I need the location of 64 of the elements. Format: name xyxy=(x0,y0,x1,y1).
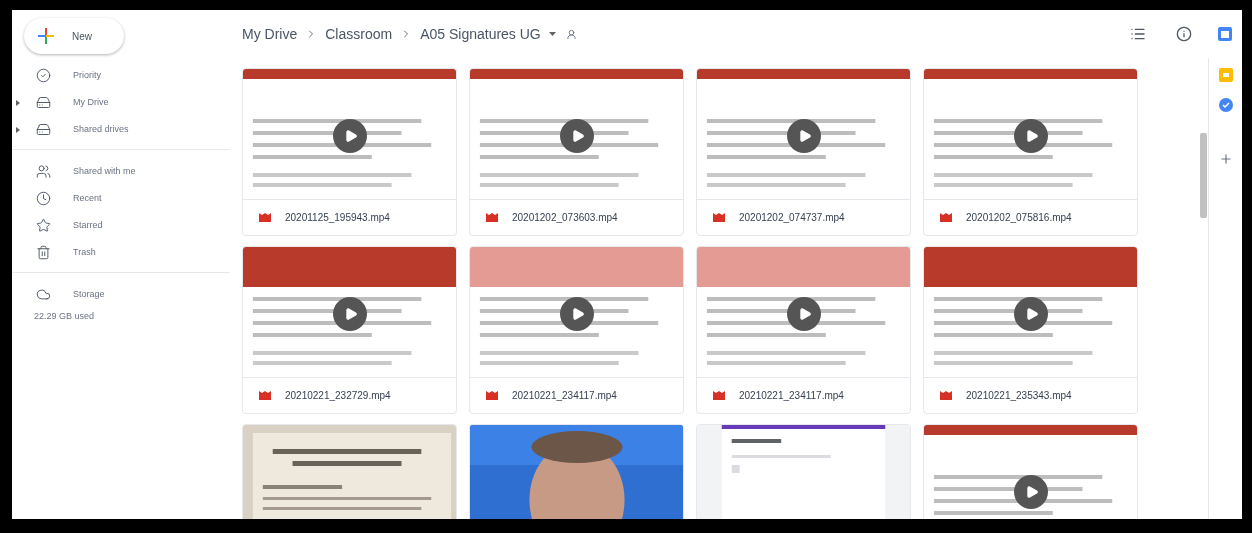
dropdown-arrow-icon[interactable] xyxy=(548,32,556,36)
plus-icon xyxy=(36,26,56,46)
info-icon[interactable] xyxy=(1176,26,1192,42)
file-name: 20201202_073603.mp4 xyxy=(512,211,618,225)
file-card[interactable]: 20210221_232729.mp4 xyxy=(242,246,457,414)
file-card[interactable]: 20201125_195943.mp4 xyxy=(242,68,457,236)
sidebar-item[interactable]: Shared with me xyxy=(24,164,136,179)
expand-arrow-icon[interactable] xyxy=(16,99,20,106)
people-icon xyxy=(36,164,51,179)
video-file-icon xyxy=(486,391,498,400)
calendar-icon[interactable] xyxy=(1218,27,1232,41)
video-file-icon xyxy=(259,213,271,222)
video-file-icon xyxy=(259,391,271,400)
play-icon xyxy=(1025,485,1039,499)
people-icon xyxy=(565,28,577,40)
file-name: 20210221_234117.mp4 xyxy=(512,389,617,403)
file-name: 20210221_234117.mp4 xyxy=(739,389,844,403)
drive-icon xyxy=(36,122,51,137)
play-icon xyxy=(798,307,812,321)
sidebar-item[interactable]: Recent xyxy=(24,191,102,206)
breadcrumb[interactable]: A05 Signatures UG xyxy=(420,23,541,45)
file-card[interactable]: 20201202_073603.mp4 xyxy=(469,68,684,236)
play-icon xyxy=(344,129,358,143)
play-icon xyxy=(571,307,585,321)
list-view-icon[interactable] xyxy=(1130,26,1146,42)
drive-icon xyxy=(36,95,51,110)
sidebar-item[interactable]: Starred xyxy=(24,218,103,233)
file-name: 20201202_075816.mp4 xyxy=(966,211,1072,225)
file-card[interactable]: 20210221_234117.mp4 xyxy=(696,246,911,414)
play-icon xyxy=(1025,307,1039,321)
sidebar-item[interactable]: Storage xyxy=(24,287,105,302)
clock-icon xyxy=(36,191,51,206)
file-name: 20201125_195943.mp4 xyxy=(285,211,390,225)
storage-used: 22.29 GB used xyxy=(33,310,96,323)
task-icon[interactable] xyxy=(1218,98,1233,112)
video-file-icon xyxy=(486,213,498,222)
file-card[interactable]: 20210221_234117.mp4 xyxy=(469,246,684,414)
video-file-icon xyxy=(940,213,952,222)
video-file-icon xyxy=(940,391,952,400)
new-button[interactable]: New xyxy=(24,18,124,54)
video-file-icon xyxy=(713,391,725,400)
expand-arrow-icon[interactable] xyxy=(16,126,20,133)
file-card[interactable]: 20201202_075816.mp4 xyxy=(923,68,1138,236)
play-icon xyxy=(344,307,358,321)
sidebar-item[interactable]: My Drive xyxy=(24,95,109,110)
play-icon xyxy=(571,129,585,143)
cloud-icon xyxy=(36,287,51,302)
file-name: 20210221_235343.mp4 xyxy=(966,389,1072,403)
breadcrumb[interactable]: Classroom xyxy=(325,23,393,45)
play-icon xyxy=(1025,129,1039,143)
video-file-icon xyxy=(713,213,725,222)
trash-icon xyxy=(36,245,51,260)
scrollbar[interactable] xyxy=(1199,133,1207,218)
file-card[interactable]: 20201202_074737.mp4 xyxy=(696,68,911,236)
breadcrumb[interactable]: My Drive xyxy=(242,23,298,45)
file-name: 20210221_232729.mp4 xyxy=(285,389,391,403)
check-circle-icon xyxy=(36,68,51,83)
sidebar-item[interactable]: Priority xyxy=(24,68,101,83)
sidebar-item[interactable]: Shared drives xyxy=(24,122,129,137)
sidebar-item[interactable]: Trash xyxy=(24,245,96,260)
file-name: 20201202_074737.mp4 xyxy=(739,211,845,225)
file-card[interactable]: 20210221_235343.mp4 xyxy=(923,246,1138,414)
star-icon xyxy=(36,218,51,233)
play-icon xyxy=(798,129,812,143)
